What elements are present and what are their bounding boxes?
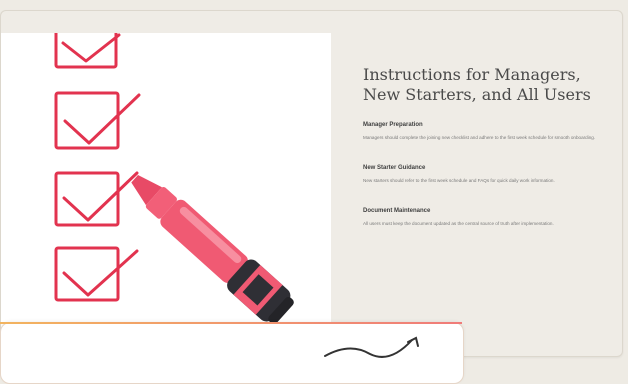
section-document-maintenance: Document Maintenance All users must keep… — [363, 207, 608, 228]
highlighter-icon — [131, 175, 294, 325]
hand-drawn-check-icon — [324, 336, 419, 358]
section-manager-preparation: Manager Preparation Managers should comp… — [363, 121, 608, 142]
checkbox-icon — [54, 91, 141, 150]
title-line-1: Instructions for Managers, — [363, 65, 581, 84]
section-heading: Document Maintenance — [363, 208, 431, 214]
section-heading: Manager Preparation — [363, 122, 423, 128]
title-line-2: New Starters, and All Users — [363, 85, 591, 104]
checklist-illustration — [1, 25, 331, 333]
checklist-marker-icon — [54, 25, 294, 325]
section-body: All users must keep the document updated… — [363, 221, 554, 226]
instructions-panel: Instructions for Managers, New Starters,… — [363, 65, 608, 250]
checkbox-icon — [54, 25, 121, 69]
section-body: New starters should refer to the first w… — [363, 178, 555, 183]
checkbox-icon — [54, 171, 139, 227]
next-card-accent — [0, 322, 462, 324]
instructions-card: Instructions for Managers, New Starters,… — [0, 10, 623, 357]
page-title: Instructions for Managers, New Starters,… — [363, 65, 608, 105]
section-heading: New Starter Guidance — [363, 165, 426, 171]
section-new-starter-guidance: New Starter Guidance New starters should… — [363, 164, 608, 185]
checkbox-icon — [54, 246, 139, 302]
section-body: Managers should complete the joining new… — [363, 135, 596, 140]
